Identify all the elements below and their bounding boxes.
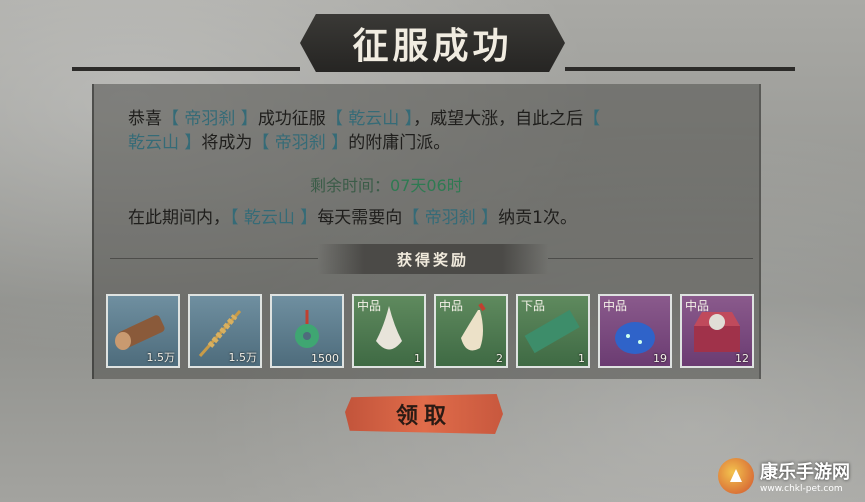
sect-name: 【 帝羽刹 】 bbox=[402, 208, 499, 228]
sect-name: 【 乾云山 】 bbox=[325, 109, 414, 129]
reward-slot[interactable]: 中品 19 bbox=[598, 294, 672, 368]
message-text: 在此期间内， bbox=[128, 208, 230, 228]
message-text: ，威望大涨，自此之后 bbox=[413, 109, 584, 129]
item-grade-label: 中品 bbox=[357, 299, 382, 313]
item-count: 1500 bbox=[311, 352, 339, 365]
sect-name: 【 乾云山 】 bbox=[230, 208, 318, 228]
rewards-divider-left bbox=[110, 258, 318, 259]
remaining-time-value: 07天06时 bbox=[390, 176, 463, 195]
reward-slot[interactable]: 中品 12 bbox=[680, 294, 754, 368]
message-text: 恭喜 bbox=[128, 109, 162, 129]
item-count: 1 bbox=[578, 352, 585, 365]
watermark-title: 康乐手游网 bbox=[760, 462, 850, 483]
item-grade-label: 中品 bbox=[603, 299, 628, 313]
reward-slot[interactable]: 1.5万 bbox=[188, 294, 262, 368]
tribute-text: 在此期间内，【 乾云山 】每天需要向【 帝羽刹 】纳贡1次。 bbox=[128, 203, 577, 228]
item-count: 1 bbox=[414, 352, 421, 365]
message-text: 的附庸门派。 bbox=[348, 133, 451, 153]
rewards-header: 获得奖励 bbox=[318, 244, 548, 274]
item-count: 1.5万 bbox=[146, 351, 176, 364]
claim-button[interactable]: 领取 bbox=[345, 394, 503, 434]
title-plaque: 征服成功 bbox=[300, 14, 565, 72]
item-grade-label: 下品 bbox=[521, 299, 546, 313]
reward-slot[interactable]: 中品 2 bbox=[434, 294, 508, 368]
message-text: 将成为 bbox=[201, 133, 253, 153]
message-line-2: 乾云山 】将成为【 帝羽刹 】的附庸门派。 bbox=[128, 128, 450, 153]
sect-name: 【 帝羽刹 】 bbox=[162, 109, 258, 129]
site-logo-icon bbox=[718, 458, 754, 494]
sect-name: 乾云山 】 bbox=[128, 133, 202, 153]
item-count: 2 bbox=[496, 352, 503, 365]
item-count: 1.5万 bbox=[228, 351, 258, 364]
message-line-1: 恭喜【 帝羽刹 】成功征服【 乾云山 】，威望大涨，自此之后【 bbox=[128, 104, 600, 129]
reward-slot[interactable]: 1500 bbox=[270, 294, 344, 368]
claim-button-label: 领取 bbox=[395, 403, 452, 429]
item-grade-label: 中品 bbox=[685, 299, 710, 313]
title-divider-right bbox=[565, 67, 795, 71]
message-text: 每天需要向 bbox=[317, 208, 403, 228]
rewards-header-label: 获得奖励 bbox=[396, 250, 469, 269]
remaining-time-label: 剩余时间： bbox=[310, 176, 391, 195]
item-count: 12 bbox=[735, 352, 749, 365]
remaining-time: 剩余时间：07天06时 bbox=[310, 172, 463, 196]
item-grade-label: 中品 bbox=[439, 299, 464, 313]
sect-name: 【 bbox=[583, 109, 601, 129]
sect-name: 【 帝羽刹 】 bbox=[252, 133, 349, 153]
reward-slot[interactable]: 1.5万 bbox=[106, 294, 180, 368]
watermark-url: www.chkl-pet.com bbox=[760, 484, 843, 494]
rewards-divider-right bbox=[548, 258, 753, 259]
message-text: 成功征服 bbox=[257, 109, 326, 129]
reward-slot[interactable]: 中品 1 bbox=[352, 294, 426, 368]
message-text: 纳贡1次。 bbox=[498, 208, 577, 228]
title-divider-left bbox=[72, 67, 300, 71]
page-title: 征服成功 bbox=[352, 25, 513, 67]
watermark: 康乐手游网 www.chkl-pet.com bbox=[718, 458, 850, 494]
reward-slot[interactable]: 下品 1 bbox=[516, 294, 590, 368]
item-count: 19 bbox=[653, 352, 667, 365]
